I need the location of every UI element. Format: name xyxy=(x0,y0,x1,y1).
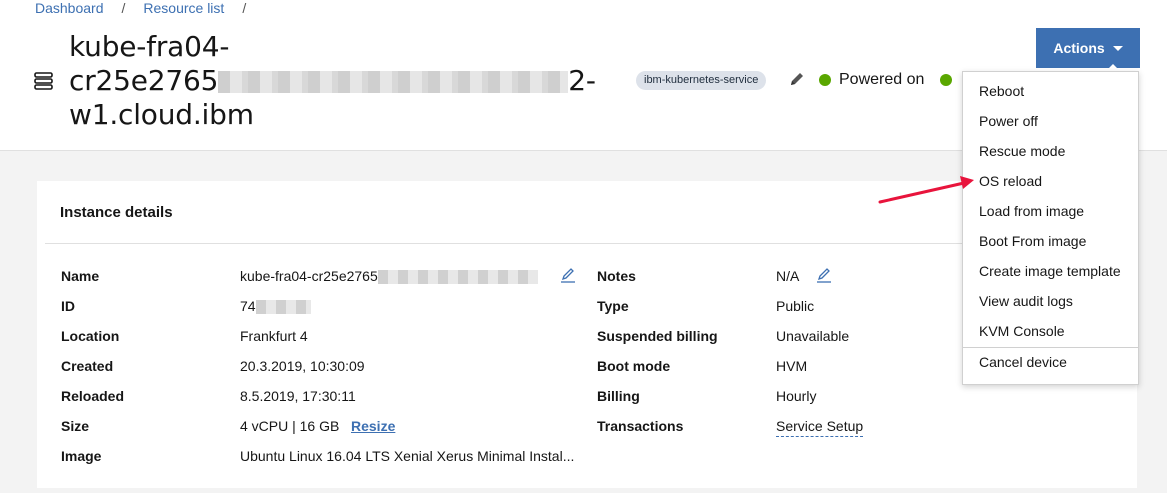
detail-value-name: kube-fra04-cr25e2765 xyxy=(240,266,538,286)
page-title: kube-fra04- cr25e2765 2- w1.cloud.ibm xyxy=(69,30,629,132)
detail-value-boot-mode: HVM xyxy=(776,358,808,374)
status-dot-icon xyxy=(819,74,831,86)
menu-item-rescue-mode[interactable]: Rescue mode xyxy=(979,141,1065,161)
actions-menu: Reboot Power off Rescue mode OS reload L… xyxy=(962,71,1139,385)
menu-item-os-reload[interactable]: OS reload xyxy=(979,171,1042,191)
title-part: kube-fra04- xyxy=(69,30,230,63)
detail-label: Image xyxy=(61,448,102,464)
detail-value-location: Frankfurt 4 xyxy=(240,328,308,344)
transactions-value[interactable]: Service Setup xyxy=(776,418,864,437)
menu-item-reboot[interactable]: Reboot xyxy=(979,81,1024,101)
title-part: w1.cloud.ibm xyxy=(69,98,254,131)
detail-label: Billing xyxy=(597,388,640,404)
detail-value-id: 74 xyxy=(240,296,311,316)
power-status: Powered on xyxy=(819,71,924,89)
detail-label: Boot mode xyxy=(597,358,671,374)
detail-label: Notes xyxy=(597,268,636,284)
detail-value-created: 20.3.2019, 10:30:09 xyxy=(240,358,365,374)
edit-pencil-icon[interactable] xyxy=(789,71,805,87)
detail-label: Size xyxy=(61,418,90,434)
annotation-arrow-icon xyxy=(878,176,974,204)
menu-divider xyxy=(963,347,1138,348)
edit-pencil-icon[interactable] xyxy=(560,267,576,283)
menu-item-cancel-device[interactable]: Cancel device xyxy=(979,352,1067,372)
chevron-down-icon xyxy=(1112,45,1123,51)
edit-pencil-icon[interactable] xyxy=(816,267,832,283)
menu-pointer xyxy=(1106,64,1120,71)
detail-label: Type xyxy=(597,298,629,314)
menu-item-create-image-template[interactable]: Create image template xyxy=(979,261,1121,281)
breadcrumb-separator: / xyxy=(121,0,126,16)
detail-value-image: Ubuntu Linux 16.04 LTS Xenial Xerus Mini… xyxy=(240,448,575,464)
actions-button-label: Actions xyxy=(1053,40,1105,56)
detail-value-size: 4 vCPU | 16 GB xyxy=(240,418,340,434)
title-part: cr25e2765 xyxy=(69,64,219,97)
detail-label: Created xyxy=(61,358,114,374)
breadcrumb-dashboard[interactable]: Dashboard xyxy=(35,0,104,16)
menu-item-boot-from-image[interactable]: Boot From image xyxy=(979,231,1086,251)
redacted-block xyxy=(218,71,569,93)
detail-label: Reloaded xyxy=(61,388,125,404)
name-value: kube-fra04-cr25e2765 xyxy=(240,268,378,284)
detail-value-notes: N/A xyxy=(776,268,800,284)
detail-value-billing: Hourly xyxy=(776,388,817,404)
title-part: 2- xyxy=(568,64,596,97)
power-status-label: Powered on xyxy=(839,71,925,88)
menu-item-kvm-console[interactable]: KVM Console xyxy=(979,321,1065,341)
status-dot-icon xyxy=(940,74,952,86)
detail-label: Suspended billing xyxy=(597,328,718,344)
transactions-link[interactable]: Service Setup xyxy=(776,416,864,437)
detail-value-suspended-billing: Unavailable xyxy=(776,328,850,344)
redacted-block xyxy=(377,270,538,285)
resize-link[interactable]: Resize xyxy=(351,416,395,436)
detail-label: ID xyxy=(61,298,75,314)
breadcrumb-separator: / xyxy=(242,0,247,16)
actions-button[interactable]: Actions xyxy=(1036,28,1140,68)
breadcrumb: Dashboard / Resource list / xyxy=(35,0,264,16)
menu-item-load-from-image[interactable]: Load from image xyxy=(979,201,1084,221)
detail-label: Transactions xyxy=(597,418,684,434)
detail-label: Name xyxy=(61,268,100,284)
detail-label: Location xyxy=(61,328,120,344)
breadcrumb-resource-list[interactable]: Resource list xyxy=(143,0,224,16)
menu-item-power-off[interactable]: Power off xyxy=(979,111,1038,131)
server-icon xyxy=(34,72,53,90)
id-value: 74 xyxy=(240,298,256,314)
menu-item-view-audit-logs[interactable]: View audit logs xyxy=(979,291,1073,311)
tag-badge[interactable]: ibm-kubernetes-service xyxy=(636,71,767,90)
card-title: Instance details xyxy=(60,204,173,221)
detail-value-type: Public xyxy=(776,298,815,314)
redacted-block xyxy=(255,300,311,315)
detail-value-reloaded: 8.5.2019, 17:30:11 xyxy=(240,388,356,404)
